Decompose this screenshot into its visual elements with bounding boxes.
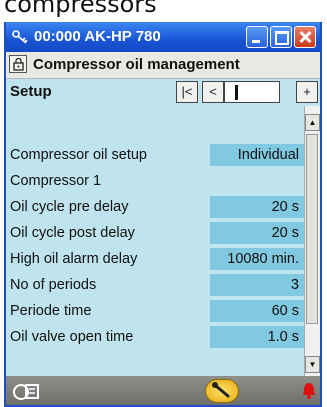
page-header: Compressor oil management: [6, 52, 320, 79]
nav-next-button[interactable]: +: [296, 81, 318, 103]
page-title: Compressor oil management: [33, 56, 240, 73]
setting-value[interactable]: Individual: [210, 144, 304, 166]
scroll-down-button[interactable]: ▼: [305, 356, 320, 373]
list-item: Oil valve open time 1.0 s: [6, 324, 304, 350]
setting-label: Periode time: [10, 303, 92, 319]
minimize-button[interactable]: [246, 26, 268, 48]
setup-bar: Setup |< < +: [6, 79, 320, 105]
alarm-bell-icon[interactable]: [302, 380, 316, 402]
list-item: High oil alarm delay 10080 min.: [6, 246, 304, 272]
settings-list: Compressor oil setup Individual Compress…: [6, 106, 304, 376]
setting-label: No of periods: [10, 277, 97, 293]
vertical-scrollbar[interactable]: ▲ ▼: [304, 106, 320, 376]
key-icon: [11, 28, 29, 46]
nav-prev-button[interactable]: <: [202, 81, 224, 103]
setting-value[interactable]: 60 s: [210, 300, 304, 322]
wrench-icon[interactable]: [205, 379, 239, 403]
setting-value[interactable]: 10080 min.: [210, 248, 304, 270]
lock-icon: [13, 57, 24, 71]
list-item: Compressor 1: [6, 168, 304, 194]
lock-button[interactable]: [9, 55, 27, 73]
scroll-thumb[interactable]: [306, 134, 318, 324]
list-item: Oil cycle pre delay 20 s: [6, 194, 304, 220]
setting-label: High oil alarm delay: [10, 251, 138, 267]
tools-icon[interactable]: [12, 379, 42, 403]
nav-first-button[interactable]: |<: [176, 81, 198, 103]
setting-value[interactable]: 1.0 s: [210, 326, 304, 348]
setting-value[interactable]: 20 s: [210, 196, 304, 218]
setting-label: Compressor oil setup: [10, 147, 147, 163]
list-item: Compressor oil setup Individual: [6, 142, 304, 168]
section-label: Compressor 1: [10, 173, 102, 189]
maximize-button[interactable]: [270, 26, 292, 48]
setup-label: Setup: [10, 83, 52, 100]
close-button[interactable]: [294, 26, 316, 48]
page-slider[interactable]: [224, 81, 280, 103]
setting-label: Oil cycle pre delay: [10, 199, 129, 215]
footer-bar: [6, 376, 320, 405]
title-bar: 00:000 AK-HP 780: [6, 22, 320, 52]
setting-label: Oil cycle post delay: [10, 225, 135, 241]
list-item: No of periods 3: [6, 272, 304, 298]
list-item: Periode time 60 s: [6, 298, 304, 324]
list-item: Oil cycle post delay 20 s: [6, 220, 304, 246]
setting-label: Oil valve open time: [10, 329, 134, 345]
app-window: 00:000 AK-HP 780 Compressor oil manageme…: [4, 22, 322, 407]
setting-value[interactable]: 20 s: [210, 222, 304, 244]
slider-caret: [235, 85, 238, 100]
setting-value[interactable]: 3: [210, 274, 304, 296]
scroll-up-button[interactable]: ▲: [305, 114, 320, 131]
window-title: 00:000 AK-HP 780: [34, 28, 161, 45]
page-caption: compressors: [4, 0, 157, 18]
